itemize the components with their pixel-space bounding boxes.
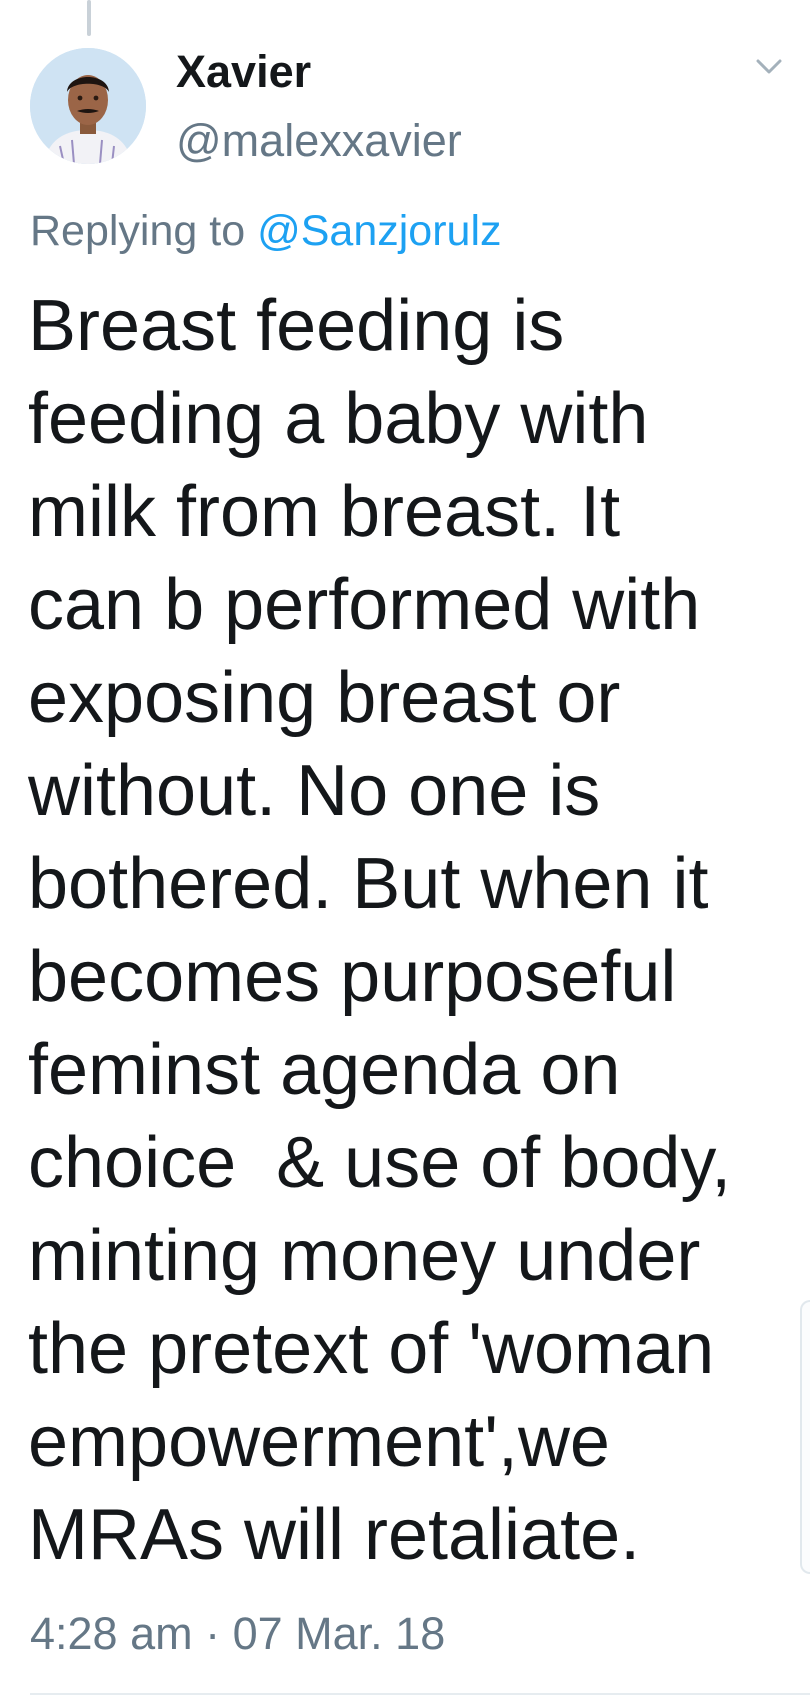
- tweet-timestamp[interactable]: 4:28 am · 07 Mar. 18: [30, 1606, 445, 1662]
- replying-to-label: Replying to: [30, 207, 258, 255]
- author-handle[interactable]: @malexxavier: [176, 113, 462, 169]
- tweet-menu-button[interactable]: [754, 56, 784, 78]
- reply-mention-link[interactable]: @Sanzjorulz: [257, 207, 501, 255]
- chevron-down-icon: [756, 59, 782, 74]
- replying-to-line: Replying to @Sanzjorulz: [30, 204, 502, 258]
- avatar[interactable]: [30, 48, 146, 164]
- avatar-photo-icon: [30, 48, 146, 164]
- side-panel-handle[interactable]: [800, 1300, 810, 1574]
- tweet-text: Breast feeding is feeding a baby with mi…: [28, 286, 732, 1575]
- divider: [30, 1693, 810, 1695]
- thread-connector-line: [87, 0, 91, 36]
- author-name[interactable]: Xavier: [176, 44, 311, 100]
